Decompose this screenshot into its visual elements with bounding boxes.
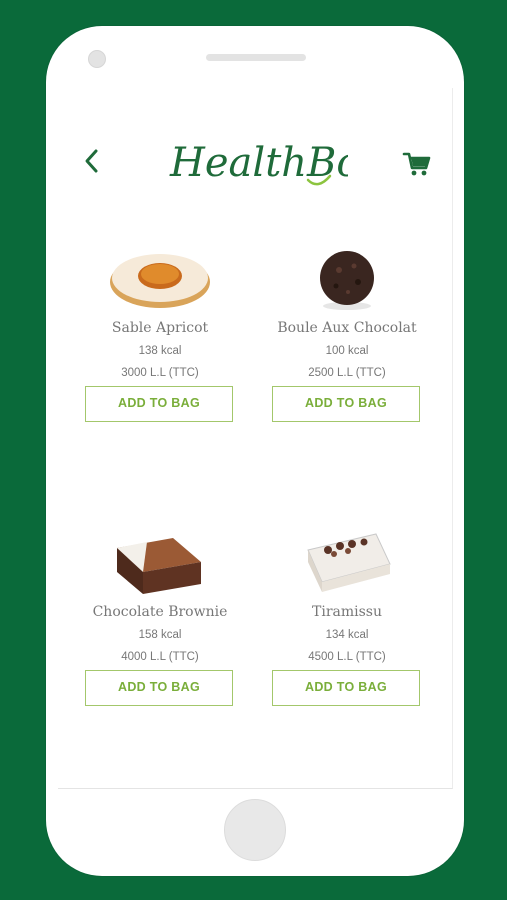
- product-kcal: 134 kcal: [325, 629, 369, 641]
- product-image-tiramisu-cup: [292, 522, 402, 602]
- product-card: Sable Apricot 138 kcal 3000 L.L (TTC) AD…: [85, 238, 235, 422]
- chevron-left-icon: [85, 149, 98, 173]
- phone-frame: HealthBox Sable Apricot: [46, 26, 464, 876]
- front-camera: [88, 50, 106, 68]
- product-kcal: 100 kcal: [325, 345, 369, 357]
- add-to-bag-button[interactable]: ADD TO BAG: [272, 386, 420, 422]
- product-kcal: 158 kcal: [138, 629, 182, 641]
- add-to-bag-button[interactable]: ADD TO BAG: [85, 386, 233, 422]
- product-image-brownie: [105, 522, 215, 602]
- product-image-apricot-cookie: [105, 238, 215, 318]
- product-name: Tiramissu: [312, 604, 382, 620]
- product-card: Chocolate Brownie 158 kcal 4000 L.L (TTC…: [85, 522, 235, 706]
- shopping-cart-icon: [402, 152, 431, 176]
- cart-button[interactable]: [402, 150, 432, 178]
- logo-text: HealthBox: [169, 140, 348, 186]
- product-price: 2500 L.L (TTC): [308, 367, 386, 379]
- product-name: Sable Apricot: [111, 320, 209, 336]
- product-card: Tiramissu 134 kcal 4500 L.L (TTC) ADD TO…: [272, 522, 422, 706]
- product-price: 4000 L.L (TTC): [121, 651, 199, 663]
- product-kcal: 138 kcal: [138, 345, 182, 357]
- product-image-chocolate-ball: [292, 238, 402, 318]
- add-to-bag-button[interactable]: ADD TO BAG: [85, 670, 233, 706]
- healthbox-logo: HealthBox: [158, 132, 383, 198]
- product-name: Boule Aux Chocolat: [277, 320, 417, 336]
- product-card: Boule Aux Chocolat 100 kcal 2500 L.L (TT…: [272, 238, 422, 422]
- product-price: 4500 L.L (TTC): [308, 651, 386, 663]
- product-name: Chocolate Brownie: [92, 604, 228, 620]
- product-price: 3000 L.L (TTC): [121, 367, 199, 379]
- home-button[interactable]: [224, 799, 286, 861]
- speaker-grille: [206, 54, 306, 61]
- back-button[interactable]: [80, 146, 104, 176]
- add-to-bag-button[interactable]: ADD TO BAG: [272, 670, 420, 706]
- app-screen: HealthBox Sable Apricot: [58, 88, 453, 789]
